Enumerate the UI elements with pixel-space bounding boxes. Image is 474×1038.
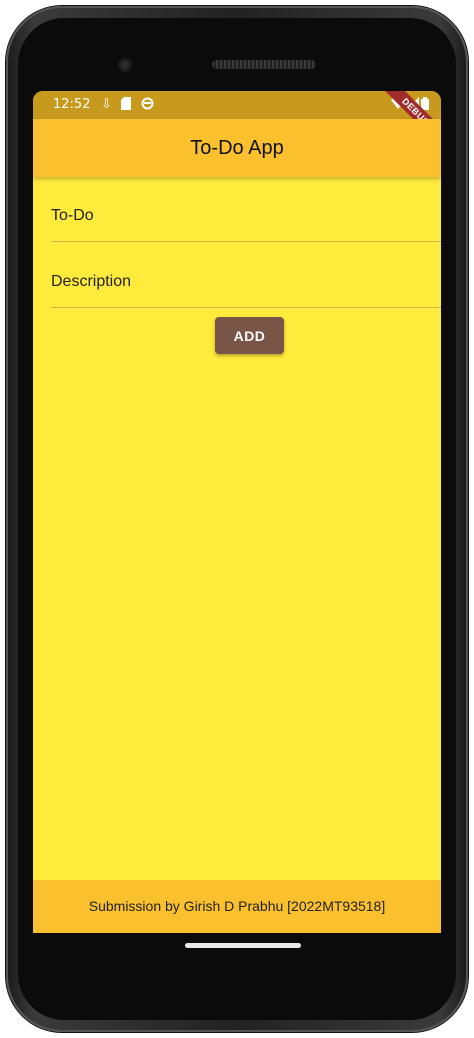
- app-bar: To-Do App: [33, 119, 441, 177]
- footer: Submission by Girish D Prabhu [2022MT935…: [33, 880, 441, 933]
- description-input[interactable]: [51, 257, 441, 307]
- camera-icon: [118, 58, 132, 72]
- speaker-grille: [212, 60, 316, 69]
- description-field: [51, 257, 441, 308]
- status-bar: 12:52 ⇩ DEBUG: [33, 91, 441, 156]
- sd-card-icon: [121, 97, 131, 113]
- circle-icon: [141, 97, 154, 113]
- navigation-bar: [33, 933, 441, 973]
- app-screen: 12:52 ⇩ DEBUG To-Do App To-Do Descriptio…: [33, 91, 441, 933]
- page-title: To-Do App: [190, 137, 284, 159]
- todo-field: [51, 191, 441, 242]
- todo-input[interactable]: [51, 191, 441, 241]
- home-indicator[interactable]: [185, 943, 301, 948]
- download-icon: ⇩: [101, 96, 112, 111]
- status-time: 12:52: [53, 97, 91, 112]
- page: 12:52 ⇩ DEBUG To-Do App To-Do Descriptio…: [0, 0, 474, 1038]
- footer-text: Submission by Girish D Prabhu [2022MT935…: [88, 898, 386, 914]
- add-button[interactable]: ADD: [215, 317, 284, 354]
